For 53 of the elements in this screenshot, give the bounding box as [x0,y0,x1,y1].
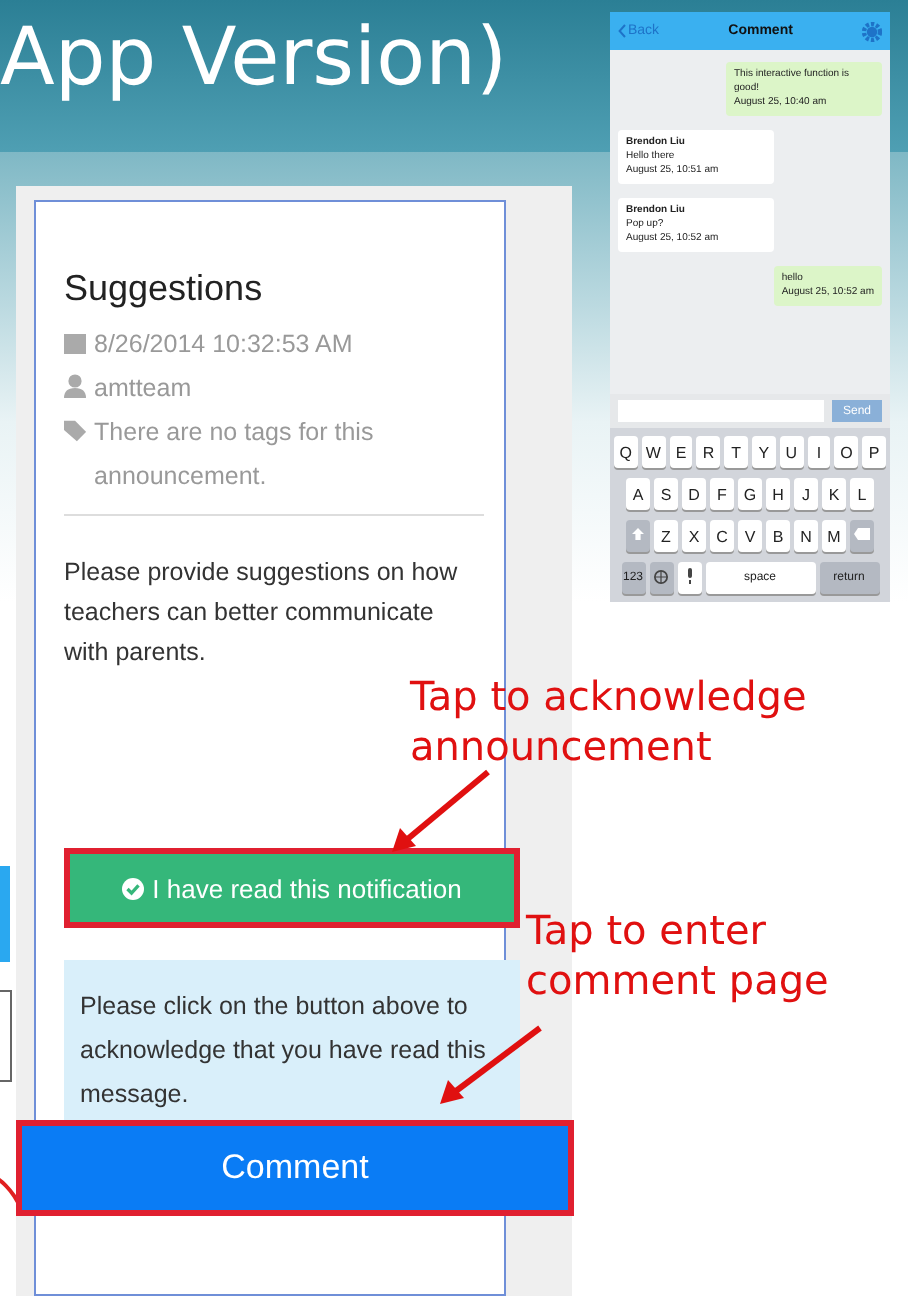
keyboard-key[interactable]: V [738,520,762,552]
keyboard-key[interactable]: U [779,436,804,468]
keyboard-key[interactable]: T [724,436,748,468]
keyboard-key[interactable]: W [641,436,666,468]
keyboard-key[interactable]: X [682,520,706,552]
calendar-icon [64,332,86,354]
keyboard-key[interactable]: P [862,436,886,468]
chevron-left-icon [618,24,626,38]
keyboard-key[interactable]: H [766,478,790,510]
shift-icon [632,528,644,540]
keyboard-key[interactable]: J [794,478,818,510]
check-circle-icon [122,877,145,899]
keyboard-key[interactable]: D [682,478,706,510]
microphone-key[interactable] [677,562,701,594]
keyboard-key[interactable]: F [710,478,734,510]
announcement-tags: There are no tags for this announcement. [94,410,516,498]
globe-key[interactable] [649,562,673,594]
keyboard-key[interactable]: A [626,478,650,510]
keyboard-key[interactable]: M [822,520,846,552]
settings-icon[interactable] [862,21,882,41]
annotation-arrow [436,1024,544,1108]
keyboard-key[interactable]: Y [752,436,776,468]
keyboard-key[interactable]: C [710,520,734,552]
keyboard-key[interactable]: R [696,436,721,468]
comment-button[interactable]: Comment [16,1120,574,1216]
keyboard-key[interactable]: L [850,478,874,510]
annotation-arrow [388,768,492,856]
keyboard-key[interactable]: I [807,436,831,468]
shift-key[interactable] [626,520,650,552]
globe-icon [654,569,668,583]
announcement-date: 8/26/2014 10:32:53 AM [94,328,353,362]
user-icon [64,374,86,398]
message-field[interactable] [618,400,824,422]
delete-icon [854,528,870,540]
tag-icon [64,420,87,442]
delete-key[interactable] [850,520,874,552]
announcement-author: amtteam [94,372,192,406]
slide-button-edge [0,866,10,962]
keyboard-key[interactable]: Z [654,520,678,552]
keyboard-key[interactable]: N [794,520,818,552]
keyboard-key[interactable]: G [738,478,762,510]
keyboard-key[interactable]: K [822,478,846,510]
announcement-title: Suggestions [64,268,265,310]
keyboard-key[interactable]: Q [614,436,638,468]
announcement-body: Please provide suggestions on how teachers can better communicate with parents. [64,556,460,670]
keyboard-key[interactable]: B [766,520,790,552]
annotation-text: Tap to enter comment page [526,906,831,1006]
slide-title: App Version) [0,12,508,104]
keyboard-key[interactable]: O [834,436,859,468]
microphone-icon [685,568,693,584]
keyboard-key[interactable]: E [669,436,693,468]
acknowledge-notice: Please click on the button above to acknowledge that you have read this message. [64,960,520,1120]
keyboard-key[interactable]: S [654,478,678,510]
